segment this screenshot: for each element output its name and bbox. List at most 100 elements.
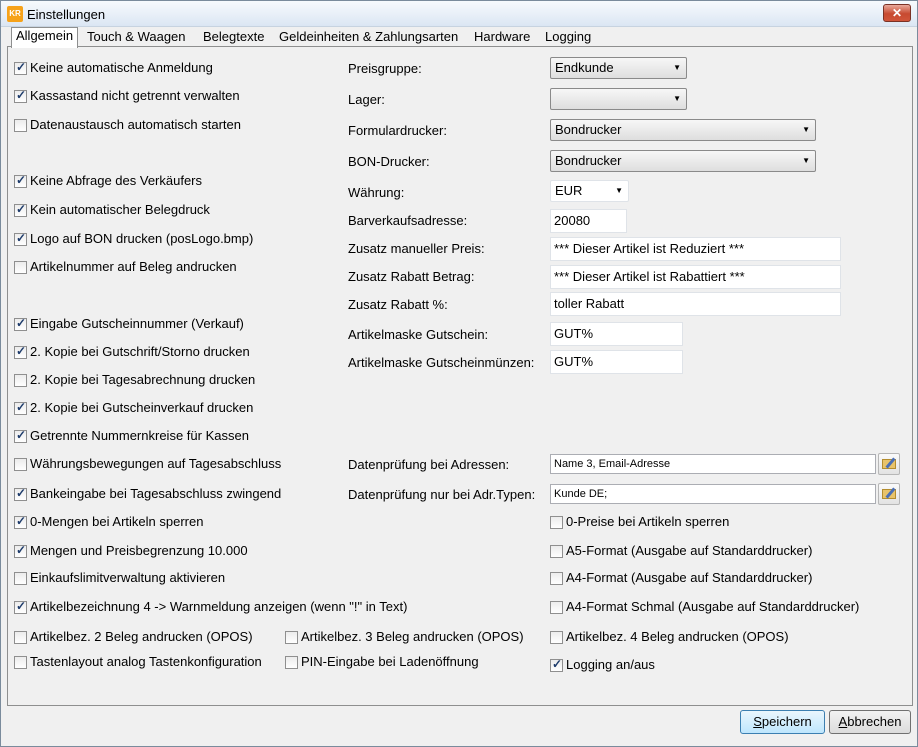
browse-adressen-button[interactable] xyxy=(878,453,900,475)
checkbox-box: ✓ xyxy=(14,631,27,644)
checkbox-label: Getrennte Nummernkreise für Kassen xyxy=(30,428,249,443)
cancel-mnemonic: A xyxy=(838,714,848,729)
checkbox-label: Mengen und Preisbegrenzung 10.000 xyxy=(30,543,248,558)
checkbox-label: Artikelbezeichnung 4 -> Warnmeldung anze… xyxy=(30,599,408,614)
checkbox-box: ✓ xyxy=(14,374,27,387)
label-zusatz-manueller-preis: Zusatz manueller Preis: xyxy=(348,241,485,256)
checkbox-box: ✓ xyxy=(550,601,563,614)
checkbox-box: ✓ xyxy=(14,543,27,558)
datenpruefung-adressen-input[interactable]: Name 3, Email-Adresse xyxy=(550,454,876,474)
checkbox-box: ✓ xyxy=(14,173,27,188)
checkbox-box: ✓ xyxy=(14,428,27,443)
label-datenpruefung-typen: Datenprüfung nur bei Adr.Typen: xyxy=(348,487,536,502)
check-icon: ✓ xyxy=(16,60,27,74)
check-icon: ✓ xyxy=(16,231,27,245)
label-preisgruppe: Preisgruppe: xyxy=(348,61,422,76)
label-lager: Lager: xyxy=(348,92,385,107)
tab-geldeinheiten[interactable]: Geldeinheiten & Zahlungsarten xyxy=(275,29,462,47)
checkbox-label: A4-Format Schmal (Ausgabe auf Standarddr… xyxy=(566,599,860,614)
label-artikelmaske-gutschein: Artikelmaske Gutschein: xyxy=(348,327,489,342)
save-button[interactable]: Speichern xyxy=(740,710,825,734)
checkbox-box: ✓ xyxy=(550,545,563,558)
formulardrucker-select[interactable]: Bondrucker ▼ xyxy=(550,119,816,141)
checkbox-label: Artikelbez. 2 Beleg andrucken (OPOS) xyxy=(30,629,253,644)
save-label: peichern xyxy=(761,714,812,729)
checkbox-label: Keine Abfrage des Verkäufers xyxy=(30,173,203,188)
checkbox-label: 2. Kopie bei Gutschrift/Storno drucken xyxy=(30,344,250,359)
check-icon: ✓ xyxy=(16,400,27,414)
save-mnemonic: S xyxy=(753,714,762,729)
chevron-down-icon: ▼ xyxy=(802,156,810,165)
check-icon: ✓ xyxy=(16,486,27,500)
check-icon: ✓ xyxy=(16,316,27,330)
lager-select[interactable]: ▼ xyxy=(550,88,687,110)
tab-hardware[interactable]: Hardware xyxy=(470,29,534,47)
label-datenpruefung-adressen: Datenprüfung bei Adressen: xyxy=(348,457,510,472)
checkbox-label: Kassastand nicht getrennt verwalten xyxy=(30,88,240,103)
window-title: Einstellungen xyxy=(27,7,106,22)
checkbox-label: Bankeingabe bei Tagesabschluss zwingend xyxy=(30,486,282,501)
checkbox-box: ✓ xyxy=(14,203,27,217)
cancel-button[interactable]: Abbrechen xyxy=(829,710,911,734)
checkbox-label: Datenaustausch automatisch starten xyxy=(30,117,242,132)
tab-logging[interactable]: Logging xyxy=(541,29,595,47)
tab-allgemein[interactable]: Allgemein xyxy=(11,27,79,48)
checkbox-box: ✓ xyxy=(550,516,563,529)
checkbox-label: Artikelbez. 4 Beleg andrucken (OPOS) xyxy=(566,629,789,644)
checkbox-box: ✓ xyxy=(14,88,27,103)
check-icon: ✓ xyxy=(16,428,27,442)
checkbox-box: ✓ xyxy=(14,458,27,471)
close-button[interactable]: ✕ xyxy=(883,4,911,22)
select-value: Bondrucker xyxy=(555,153,622,168)
label-barverkaufsadresse: Barverkaufsadresse: xyxy=(348,213,468,228)
checkbox-label: PIN-Eingabe bei Ladenöffnung xyxy=(301,654,479,669)
select-value: EUR xyxy=(555,183,583,198)
check-icon: ✓ xyxy=(16,88,27,102)
tab-touch-waagen[interactable]: Touch & Waagen xyxy=(83,29,190,47)
preisgruppe-select[interactable]: Endkunde ▼ xyxy=(550,57,687,79)
checkbox-label: Kein automatischer Belegdruck xyxy=(30,202,210,217)
bon-drucker-select[interactable]: Bondrucker ▼ xyxy=(550,150,816,172)
browse-typen-button[interactable] xyxy=(878,483,900,505)
checkbox-label: Tastenlayout analog Tastenkonfiguration xyxy=(30,654,262,669)
artikelmaske-muenzen-input[interactable]: GUT% xyxy=(550,350,683,374)
zusatz-rabatt-betrag-input[interactable]: *** Dieser Artikel ist Rabattiert *** xyxy=(550,265,841,289)
artikelmaske-gutschein-input[interactable]: GUT% xyxy=(550,322,683,346)
checkbox-box: ✓ xyxy=(14,316,27,331)
chevron-down-icon: ▼ xyxy=(673,94,681,103)
barverkaufsadresse-input[interactable]: 20080 xyxy=(550,209,627,233)
tab-bar: Allgemein Touch & Waagen Belegtexte Geld… xyxy=(7,27,907,48)
checkbox-label: A4-Format (Ausgabe auf Standarddrucker) xyxy=(566,570,813,585)
checkbox-label: Keine automatische Anmeldung xyxy=(30,60,213,75)
check-icon: ✓ xyxy=(16,344,27,358)
checkbox-box: ✓ xyxy=(14,119,27,132)
checkbox-box: ✓ xyxy=(550,572,563,585)
datenpruefung-typen-input[interactable]: Kunde DE; xyxy=(550,484,876,504)
checkbox-box: ✓ xyxy=(14,514,27,529)
tab-belegtexte[interactable]: Belegtexte xyxy=(199,29,268,47)
waehrung-select[interactable]: EUR ▼ xyxy=(550,180,629,202)
select-value: Bondrucker xyxy=(555,122,622,137)
checkbox-label: Eingabe Gutscheinnummer (Verkauf) xyxy=(30,316,244,331)
check-icon: ✓ xyxy=(16,543,27,557)
app-icon: KR xyxy=(7,6,23,22)
checkbox-box: ✓ xyxy=(285,631,298,644)
check-icon: ✓ xyxy=(16,173,27,187)
select-value: Endkunde xyxy=(555,60,614,75)
label-zusatz-rabatt-betrag: Zusatz Rabatt Betrag: xyxy=(348,269,475,284)
checkbox-label: Einkaufslimitverwaltung aktivieren xyxy=(30,570,226,585)
checkbox-box: ✓ xyxy=(550,657,563,672)
checkbox-label: Artikelbez. 3 Beleg andrucken (OPOS) xyxy=(301,629,524,644)
label-artikelmaske-muenzen: Artikelmaske Gutscheinmünzen: xyxy=(348,355,535,370)
check-icon: ✓ xyxy=(16,514,27,528)
zusatz-rabatt-prozent-input[interactable]: toller Rabatt xyxy=(550,292,841,316)
chevron-down-icon: ▼ xyxy=(673,63,681,72)
checkbox-box: ✓ xyxy=(14,261,27,274)
checkbox-label: Währungsbewegungen auf Tagesabschluss xyxy=(30,456,282,471)
zusatz-manueller-preis-input[interactable]: *** Dieser Artikel ist Reduziert *** xyxy=(550,237,841,261)
check-icon: ✓ xyxy=(552,657,563,671)
checkbox-label: A5-Format (Ausgabe auf Standarddrucker) xyxy=(566,543,813,558)
chevron-down-icon: ▼ xyxy=(802,125,810,134)
label-waehrung: Währung: xyxy=(348,185,405,200)
label-bon-drucker: BON-Drucker: xyxy=(348,154,430,169)
